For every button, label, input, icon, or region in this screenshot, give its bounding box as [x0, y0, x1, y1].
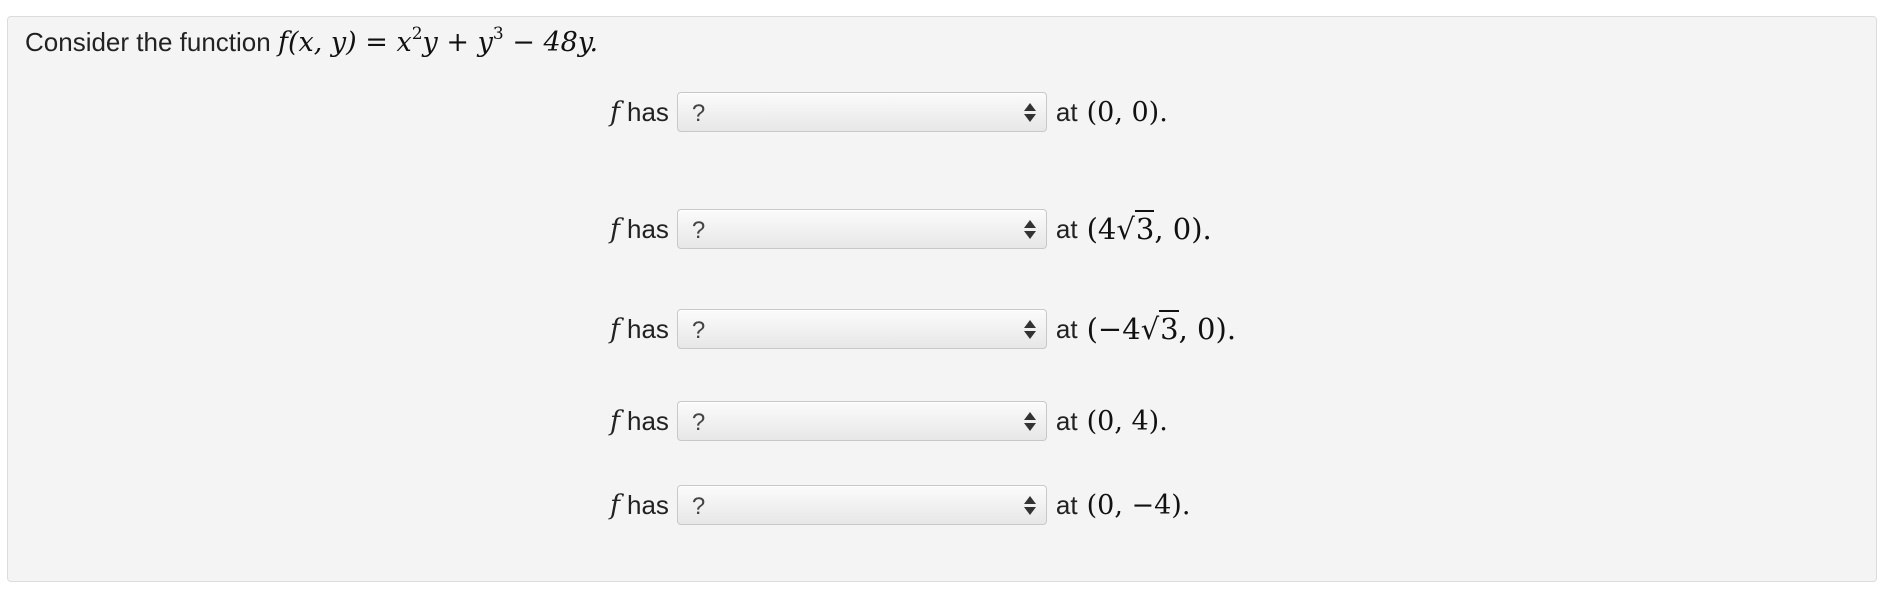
- up-down-arrows-icon: [1023, 412, 1036, 432]
- has-text: has: [627, 489, 669, 520]
- f-variable: f: [610, 405, 620, 437]
- select-value: ?: [691, 409, 706, 436]
- critical-point-1: (0, 0).: [1086, 96, 1168, 128]
- up-down-arrows-icon: [1023, 103, 1036, 123]
- question-prompt: Consider the function f(x, y) = x2y + y3…: [25, 24, 599, 59]
- sqrt-expression: √3: [1116, 210, 1155, 246]
- exponent-3: 3: [492, 24, 504, 44]
- has-text: has: [627, 213, 669, 244]
- critical-point-5: (0, −4).: [1086, 489, 1191, 521]
- f-variable: f: [610, 213, 620, 245]
- at-text: at: [1055, 313, 1078, 344]
- answer-row-2: f has ? at (4√3, 0).: [610, 208, 1212, 250]
- at-text: at: [1055, 96, 1078, 127]
- term-y-cubed-base: y: [477, 27, 493, 58]
- answer-row-3: f has ? at (−4√3, 0).: [610, 308, 1236, 350]
- classification-select-5[interactable]: ?: [676, 485, 1047, 525]
- f-variable: f: [610, 489, 620, 521]
- critical-point-2: (4√3, 0).: [1086, 210, 1212, 246]
- up-down-arrows-icon: [1023, 496, 1036, 516]
- classification-select-1[interactable]: ?: [676, 92, 1047, 132]
- has-text: has: [627, 405, 669, 436]
- select-value: ?: [691, 493, 706, 520]
- select-value: ?: [691, 217, 706, 244]
- up-down-arrows-icon: [1023, 320, 1036, 340]
- critical-point-4: (0, 4).: [1086, 405, 1168, 437]
- select-value: ?: [691, 317, 706, 344]
- has-text: has: [627, 96, 669, 127]
- row-label: f has: [610, 406, 669, 437]
- term-48y: − 48y.: [512, 27, 599, 58]
- row-label: f has: [610, 314, 669, 345]
- classification-select-2[interactable]: ?: [676, 209, 1047, 249]
- at-text: at: [1055, 405, 1078, 436]
- select-value: ?: [691, 100, 706, 127]
- at-text: at: [1055, 213, 1078, 244]
- up-down-arrows-icon: [1023, 220, 1036, 240]
- answer-row-1: f has ? at (0, 0).: [610, 91, 1168, 133]
- term-x: x: [396, 27, 412, 58]
- row-label: f has: [610, 97, 669, 128]
- classification-select-4[interactable]: ?: [676, 401, 1047, 441]
- row-label: f has: [610, 214, 669, 245]
- function-expression: f(x, y) = x2y + y3 − 48y.: [277, 24, 599, 59]
- at-text: at: [1055, 489, 1078, 520]
- has-text: has: [627, 313, 669, 344]
- classification-select-3[interactable]: ?: [676, 309, 1047, 349]
- f-variable: f: [610, 96, 620, 128]
- term-y: y +: [422, 27, 469, 58]
- row-label: f has: [610, 490, 669, 521]
- function-lhs: f(x, y) =: [277, 27, 388, 58]
- f-variable: f: [610, 313, 620, 345]
- answer-row-5: f has ? at (0, −4).: [610, 484, 1190, 526]
- critical-point-3: (−4√3, 0).: [1086, 310, 1237, 346]
- prompt-lead: Consider the function: [25, 27, 271, 57]
- exponent-2: 2: [411, 24, 423, 44]
- answer-row-4: f has ? at (0, 4).: [610, 400, 1168, 442]
- sqrt-expression: √3: [1140, 310, 1179, 346]
